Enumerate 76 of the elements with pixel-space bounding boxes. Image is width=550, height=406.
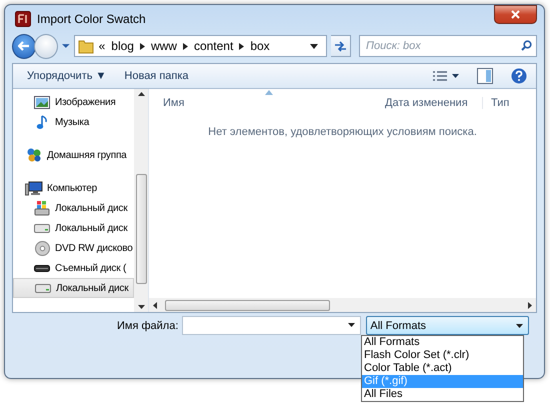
computer-icon xyxy=(25,180,43,196)
breadcrumb[interactable]: www xyxy=(150,39,177,53)
breadcrumb[interactable]: content xyxy=(194,39,234,53)
column-header[interactable]: Тип xyxy=(482,97,510,109)
sidebar-item[interactable]: Компьютер xyxy=(13,178,134,198)
vertical-scrollbar[interactable] xyxy=(134,89,148,312)
back-button[interactable] xyxy=(12,34,36,58)
dropdown-caret-icon[interactable] xyxy=(310,44,318,48)
column-header[interactable]: Дата изменения xyxy=(385,97,482,109)
drive-icon xyxy=(34,224,50,232)
sidebar-item[interactable]: Музыка xyxy=(13,112,134,132)
scroll-thumb[interactable] xyxy=(136,174,146,284)
organize-button[interactable]: Упорядочить ▼ xyxy=(27,70,106,82)
file-type-dropdown[interactable]: All Formats xyxy=(366,316,530,335)
sidebar-label: Изображения xyxy=(55,96,116,108)
search-icon xyxy=(521,40,532,51)
refresh-button[interactable] xyxy=(330,35,352,57)
system-drive-icon xyxy=(34,200,50,216)
sidebar-item[interactable]: Изображения xyxy=(13,92,134,112)
pictures-icon xyxy=(34,96,50,108)
sidebar-item[interactable]: Локальный диск xyxy=(13,198,134,218)
breadcrumb-arrow-icon[interactable] xyxy=(182,42,188,50)
file-name-label: Имя файла: xyxy=(117,320,178,332)
preview-pane-icon[interactable] xyxy=(477,68,493,84)
column-header[interactable]: Имя xyxy=(149,97,385,109)
empty-message: Нет элементов, удовлетворяющих условиям поиска. xyxy=(207,126,478,138)
file-type-option[interactable]: Flash Color Set (*.clr) xyxy=(362,349,523,362)
file-type-option[interactable]: All Files xyxy=(362,388,523,401)
view-options-icon[interactable] xyxy=(433,70,459,82)
homegroup-icon xyxy=(26,147,42,163)
overflow-chevron[interactable]: « xyxy=(98,39,106,53)
sidebar-item[interactable]: DVD RW дисково xyxy=(13,238,134,258)
history-caret-icon[interactable] xyxy=(62,43,70,49)
sidebar-item[interactable]: Локальный диск xyxy=(13,218,134,238)
close-button[interactable] xyxy=(494,5,537,24)
folder-icon xyxy=(78,38,94,54)
scroll-thumb[interactable] xyxy=(165,300,330,310)
breadcrumb[interactable]: blog xyxy=(111,39,134,53)
close-icon xyxy=(511,10,520,19)
sidebar-label: Локальный диск xyxy=(56,282,128,294)
file-type-option[interactable]: All Formats xyxy=(362,336,523,349)
breadcrumb[interactable]: box xyxy=(250,39,270,53)
scroll-left-icon[interactable] xyxy=(153,302,157,308)
sidebar-item[interactable]: Локальный диск xyxy=(13,278,134,298)
breadcrumb-arrow-icon[interactable] xyxy=(239,42,244,50)
new-folder-button[interactable]: Новая папка xyxy=(124,70,189,82)
sidebar-label: DVD RW дисково xyxy=(55,242,133,254)
file-type-option[interactable]: Color Table (*.act) xyxy=(362,362,523,375)
scroll-down-icon[interactable] xyxy=(138,305,144,309)
back-arrow-icon xyxy=(18,41,30,51)
search-field[interactable]: Поиск: box xyxy=(359,35,538,57)
sidebar-item[interactable]: Съемный диск ( xyxy=(13,258,134,278)
sidebar-label: Съемный диск ( xyxy=(55,262,126,274)
sort-arrow-icon xyxy=(265,90,273,95)
help-icon[interactable] xyxy=(511,68,527,84)
sidebar-item[interactable]: Домашняя группа xyxy=(13,145,134,165)
app-icon xyxy=(15,10,31,26)
sidebar-label: Музыка xyxy=(55,116,90,128)
music-note-icon xyxy=(36,114,48,130)
disc-icon xyxy=(34,240,50,256)
address-bar[interactable]: « blog www content box xyxy=(74,35,327,57)
scroll-right-icon[interactable] xyxy=(528,302,532,308)
drive-icon xyxy=(35,284,51,292)
dropdown-caret-icon[interactable] xyxy=(348,323,356,327)
window-title: Import Color Swatch xyxy=(37,12,147,26)
sidebar-label: Локальный диск xyxy=(55,202,128,214)
sidebar-label: Компьютер xyxy=(47,182,97,194)
breadcrumb-arrow-icon[interactable] xyxy=(140,42,145,50)
refresh-arrows-icon xyxy=(334,40,347,52)
file-name-field[interactable] xyxy=(182,316,362,335)
sidebar-label: Локальный диск xyxy=(55,222,128,234)
sidebar-label: Домашняя группа xyxy=(47,150,127,160)
scroll-up-icon[interactable] xyxy=(138,92,144,96)
dropdown-caret-icon xyxy=(516,324,524,328)
removable-drive-icon xyxy=(34,264,50,272)
horizontal-scrollbar[interactable] xyxy=(149,298,536,312)
